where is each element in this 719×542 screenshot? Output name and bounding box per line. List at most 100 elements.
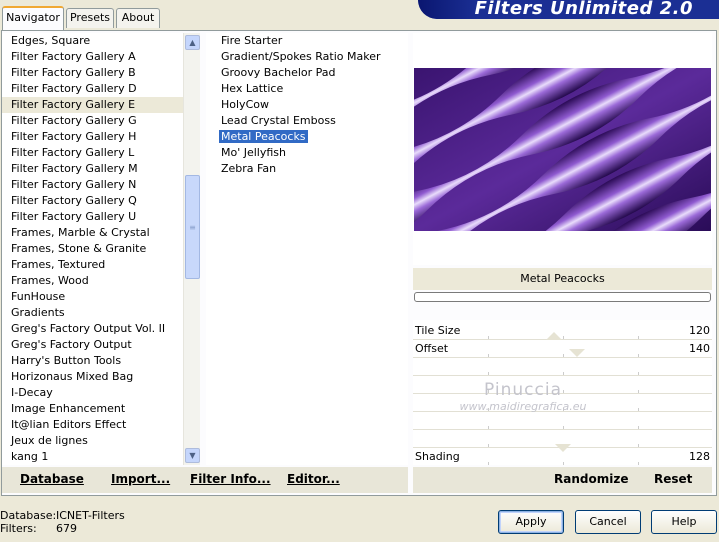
category-item[interactable]: Image Enhancement [2, 401, 183, 417]
category-item[interactable]: Gradients [2, 305, 183, 321]
slider-tick [638, 336, 639, 339]
category-item[interactable]: Edges, Square [2, 33, 183, 49]
status-database: Database: ICNET-Filters [0, 509, 125, 522]
filter-item-label: Gradient/Spokes Ratio Maker [221, 50, 381, 63]
category-item[interactable]: Frames, Wood [2, 273, 183, 289]
scroll-up-button[interactable]: ▲ [185, 35, 200, 50]
filter-item[interactable]: Gradient/Spokes Ratio Maker [206, 49, 408, 65]
category-item[interactable]: Frames, Textured [2, 257, 183, 273]
category-item[interactable]: Filter Factory Gallery M [2, 161, 183, 177]
slider-tick [488, 354, 489, 357]
preview-filter-name: Metal Peacocks [413, 268, 712, 290]
filters-value: 679 [56, 522, 77, 535]
tab-about[interactable]: About [116, 8, 160, 28]
cancel-button[interactable]: Cancel [575, 510, 641, 534]
category-item[interactable]: Filter Factory Gallery Q [2, 193, 183, 209]
category-item[interactable]: It@lian Editors Effect [2, 417, 183, 433]
banner-title: Filters Unlimited 2.0 [474, 0, 693, 19]
editor-button[interactable]: Editor... [287, 472, 340, 486]
title-banner: Filters Unlimited 2.0 [418, 0, 719, 19]
filter-item-label: HolyCow [221, 98, 269, 111]
status-filters: Filters: 679 [0, 522, 77, 535]
offset-value: 140 [689, 342, 710, 355]
shading-label: Shading [415, 450, 460, 463]
filter-item-label: Fire Starter [221, 34, 283, 47]
slider-tick [563, 426, 564, 429]
category-item[interactable]: Filter Factory Gallery E [2, 97, 183, 113]
tile-size-value: 120 [689, 324, 710, 337]
category-item[interactable]: Filter Factory Gallery D [2, 81, 183, 97]
category-item[interactable]: kang 1 [2, 449, 183, 465]
filter-item[interactable]: HolyCow [206, 97, 408, 113]
category-item[interactable]: Greg's Factory Output [2, 337, 183, 353]
tile-size-slider-knob[interactable] [546, 332, 562, 340]
category-scrollbar[interactable]: ▲ ≡ ▼ [183, 33, 200, 465]
empty-slider-row [413, 412, 712, 430]
help-button[interactable]: Help [651, 510, 717, 534]
slider-tick [488, 336, 489, 339]
category-item[interactable]: Harry's Button Tools [2, 353, 183, 369]
slider-tick [563, 462, 564, 465]
apply-button[interactable]: Apply [498, 510, 564, 534]
slider-offset[interactable]: Offset 140 [413, 340, 712, 358]
filter-item[interactable]: Zebra Fan [206, 161, 408, 177]
slider-tick [638, 426, 639, 429]
category-item[interactable]: I-Decay [2, 385, 183, 401]
category-item[interactable]: FunHouse [2, 289, 183, 305]
category-list[interactable]: Edges, Square Filter Factory Gallery A Fil… [2, 33, 183, 465]
category-item[interactable]: Jeux de lignes [2, 433, 183, 449]
category-item[interactable]: Filter Factory Gallery A [2, 49, 183, 65]
progress-bar [414, 292, 711, 302]
filter-item-label: Zebra Fan [221, 162, 277, 175]
import-button[interactable]: Import... [111, 472, 170, 486]
category-item[interactable]: Greg's Factory Output Vol. II [2, 321, 183, 337]
filter-item-label: Mo' Jellyfish [221, 146, 287, 159]
shading-slider-knob[interactable] [555, 444, 571, 452]
category-item[interactable]: Filter Factory Gallery B [2, 65, 183, 81]
scroll-thumb[interactable]: ≡ [185, 175, 200, 279]
filter-item[interactable]: Groovy Bachelor Pad [206, 65, 408, 81]
category-item[interactable]: Filter Factory Gallery H [2, 129, 183, 145]
empty-slider-row [413, 358, 712, 376]
category-item[interactable]: Filter Factory Gallery U [2, 209, 183, 225]
shading-value: 128 [689, 450, 710, 463]
slider-tick [638, 408, 639, 411]
category-item[interactable]: Filter Factory Gallery N [2, 177, 183, 193]
slider-tick [563, 354, 564, 357]
filter-item[interactable]: Metal Peacocks [206, 129, 408, 145]
category-item[interactable]: Filter Factory Gallery G [2, 113, 183, 129]
scroll-down-button[interactable]: ▼ [185, 448, 200, 463]
slider-tick [638, 372, 639, 375]
slider-tick [488, 444, 489, 447]
filter-list[interactable]: Fire Starter Gradient/Spokes Ratio Maker G… [206, 33, 408, 465]
offset-slider-knob[interactable] [569, 349, 585, 357]
slider-tick [638, 444, 639, 447]
slider-tick [638, 354, 639, 357]
database-value: ICNET-Filters [56, 509, 125, 522]
tile-size-label: Tile Size [415, 324, 461, 337]
tab-presets[interactable]: Presets [66, 8, 114, 28]
reset-button[interactable]: Reset [654, 472, 692, 486]
category-item[interactable]: Frames, Stone & Granite [2, 241, 183, 257]
slider-shading[interactable]: Shading 128 [413, 444, 712, 466]
slider-tick [563, 372, 564, 375]
filter-item[interactable]: Hex Lattice [206, 81, 408, 97]
category-item[interactable]: Filter Factory Gallery L [2, 145, 183, 161]
filter-item[interactable]: Lead Crystal Emboss [206, 113, 408, 129]
filters-label: Filters: [0, 522, 37, 535]
database-button[interactable]: Database [20, 472, 84, 486]
randomize-button[interactable]: Randomize [554, 472, 628, 486]
filter-item[interactable]: Fire Starter [206, 33, 408, 49]
database-label: Database: [0, 509, 57, 522]
slider-tile-size[interactable]: Tile Size 120 [413, 322, 712, 340]
tab-navigator[interactable]: Navigator [2, 6, 64, 30]
slider-tick [638, 390, 639, 393]
watermark-name: Pinuccia [484, 380, 562, 400]
filter-item[interactable]: Mo' Jellyfish [206, 145, 408, 161]
filter-info-button[interactable]: Filter Info... [190, 472, 271, 486]
watermark: Pinuccia www.maidiregrafica.eu [458, 380, 588, 413]
filter-item-label: Hex Lattice [221, 82, 284, 95]
category-item[interactable]: Frames, Marble & Crystal [2, 225, 183, 241]
slider-tick [638, 462, 639, 465]
category-item[interactable]: Horizonaus Mixed Bag [2, 369, 183, 385]
